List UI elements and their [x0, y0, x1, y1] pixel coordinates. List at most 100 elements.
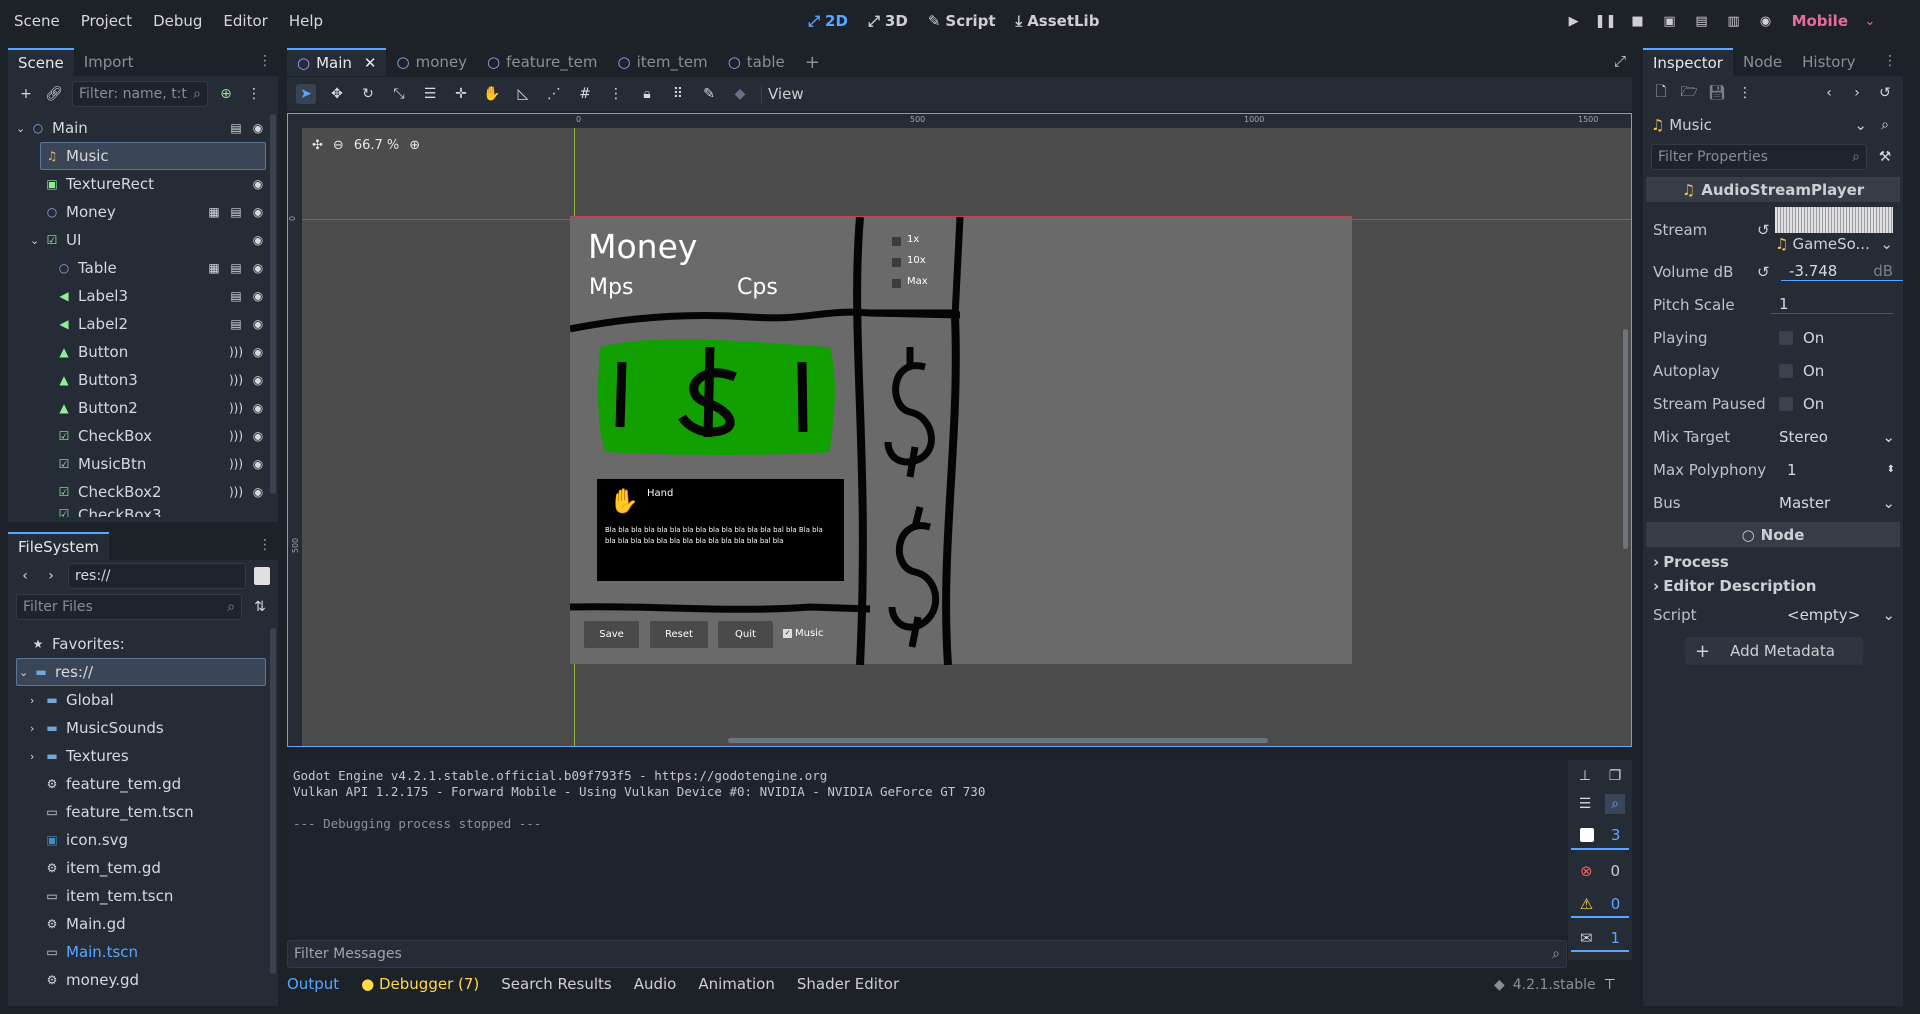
pan-tool-icon[interactable]: ✋ [482, 84, 502, 104]
tab-filesystem[interactable]: FileSystem [8, 532, 110, 560]
save-icon[interactable]: 💾︎ [1707, 83, 1727, 103]
menu-debug[interactable]: Debug [153, 12, 202, 30]
path-input[interactable]: res:// [68, 563, 246, 589]
forward-icon[interactable]: › [42, 566, 60, 586]
bone-icon[interactable]: ✎ [699, 84, 719, 104]
file-item-item-tem-gd[interactable]: ⚙ item_tem.gd [8, 854, 278, 882]
favorites-item[interactable]: ★ Favorites: [8, 630, 278, 658]
messages-badge[interactable]: ✉ 1 [1571, 926, 1629, 952]
signal-icon[interactable]: ))) [228, 372, 244, 388]
tab-output[interactable]: Output [287, 975, 339, 993]
autoplay-checkbox[interactable]: On [1771, 362, 1903, 380]
quit-button[interactable]: Quit [718, 621, 773, 648]
zoom-out-icon[interactable]: ⊖ [333, 138, 344, 153]
chevron-down-icon[interactable]: ⌄ [16, 122, 30, 135]
stop-icon[interactable]: ■ [1628, 11, 1648, 31]
scene-tab-table[interactable]: ○ table [718, 48, 795, 76]
sort-icon[interactable]: ⇅ [250, 597, 270, 617]
signal-icon[interactable]: ))) [228, 344, 244, 360]
workspace-3d-button[interactable]: ⤢ 3D [868, 12, 908, 30]
visibility-icon[interactable]: ◉ [250, 260, 266, 276]
signal-icon[interactable]: ))) [228, 428, 244, 444]
workspace-assetlib-button[interactable]: ⤓ AssetLib [1016, 12, 1100, 30]
more-icon[interactable]: ⋮ [606, 84, 626, 104]
back-icon[interactable]: ‹ [16, 566, 34, 586]
play-custom-scene-icon[interactable]: ▥ [1724, 11, 1744, 31]
select-tool-icon[interactable]: ➤ [296, 84, 316, 104]
pin-icon[interactable]: ⊤ [1604, 977, 1616, 993]
script-icon[interactable]: ▤ [228, 260, 244, 276]
movie-maker-icon[interactable]: ◉ [1756, 11, 1776, 31]
warnings-badge[interactable]: ⚠ 0 [1571, 892, 1629, 918]
chevron-down-icon[interactable]: ⌄ [19, 666, 33, 679]
chevron-right-icon[interactable]: › [30, 750, 44, 763]
visibility-icon[interactable]: ◉ [250, 176, 266, 192]
copy-icon[interactable]: ❐ [1605, 766, 1625, 786]
menu-help[interactable]: Help [289, 12, 323, 30]
back-icon[interactable]: ‹ [1819, 83, 1839, 103]
script-icon[interactable]: ▤ [228, 288, 244, 304]
visibility-icon[interactable]: ◉ [250, 344, 266, 360]
mix-target-select[interactable]: Stereo ⌄ [1771, 428, 1903, 446]
lock-icon[interactable]: 🔒︎ [637, 84, 657, 104]
script-icon[interactable]: ▤ [228, 120, 244, 136]
close-icon[interactable]: ✕ [364, 54, 377, 72]
stream-resource-picker[interactable]: ♫ GameSo... ⌄ [1775, 207, 1893, 253]
file-item-item-tem-tscn[interactable]: ▭ item_tem.tscn [8, 882, 278, 910]
tree-node-main[interactable]: ⌄ ○ Main ▤ ◉ [8, 114, 278, 142]
link-icon[interactable]: 🔗︎ [44, 84, 64, 104]
instance-icon[interactable]: ▦ [206, 204, 222, 220]
more-icon[interactable]: ⋮ [258, 537, 272, 553]
editor-description-category[interactable]: › Editor Description [1643, 574, 1903, 598]
scene-filter-input[interactable]: Filter: name, t:t ⌕ [72, 81, 208, 107]
file-item-main-tscn[interactable]: ▭ Main.tscn [8, 938, 278, 966]
tree-node-table[interactable]: ○ Table ▦ ▤ ◉ [8, 254, 278, 282]
process-category[interactable]: › Process [1643, 550, 1903, 574]
more-icon[interactable]: ⋮ [1883, 53, 1897, 69]
2d-viewport[interactable]: 0 500 1000 1500 0 500 ✣ ⊖ 66.7 % ⊕ Money… [287, 113, 1632, 747]
center-view-icon[interactable]: ✣ [312, 138, 323, 153]
tree-node-checkbox2[interactable]: ☑ CheckBox2))) ◉ [8, 478, 278, 506]
tab-history[interactable]: History [1792, 48, 1865, 76]
group-icon[interactable]: ⠿ [668, 84, 688, 104]
visibility-icon[interactable]: ◉ [250, 232, 266, 248]
visibility-icon[interactable]: ◉ [250, 288, 266, 304]
error-count-badge[interactable]: 3 [1571, 822, 1629, 850]
workspace-script-button[interactable]: ✎ Script [928, 12, 996, 30]
more-icon[interactable]: ⋮ [1735, 83, 1755, 103]
visibility-icon[interactable]: ◉ [250, 204, 266, 220]
tree-node-money[interactable]: ○ Money ▦ ▤ ◉ [8, 198, 278, 226]
menu-editor[interactable]: Editor [223, 12, 267, 30]
tree-node-ui[interactable]: ⌄ ☑ UI ◉ [8, 226, 278, 254]
tab-shader-editor[interactable]: Shader Editor [797, 975, 899, 993]
revert-icon[interactable]: ↺ [1757, 263, 1770, 281]
bus-select[interactable]: Master ⌄ [1771, 494, 1903, 512]
filter-messages-input[interactable]: Filter Messages ⌕ [287, 940, 1567, 968]
music-checkbox[interactable]: ✓ Music [783, 628, 823, 639]
tab-debugger[interactable]: ● Debugger (7) [361, 975, 479, 993]
tree-node-label2[interactable]: ◀ Label2 ▤ ◉ [8, 310, 278, 338]
more-icon[interactable]: ⋮ [244, 84, 264, 104]
chevron-right-icon[interactable]: › [30, 722, 44, 735]
menu-scene[interactable]: Scene [14, 12, 60, 30]
stream-paused-checkbox[interactable]: On [1771, 395, 1903, 413]
file-item-feature-tem-tscn[interactable]: ▭ feature_tem.tscn [8, 798, 278, 826]
play-icon[interactable]: ▶ [1564, 11, 1584, 31]
buy-1x-checkbox[interactable]: 1x [907, 234, 919, 245]
tree-node-checkbox[interactable]: ☑ CheckBox))) ◉ [8, 422, 278, 450]
tree-node-button2[interactable]: ▲ Button2))) ◉ [8, 394, 278, 422]
tab-animation[interactable]: Animation [698, 975, 774, 993]
visibility-icon[interactable]: ◉ [250, 428, 266, 444]
tree-node-button[interactable]: ▲ Button))) ◉ [8, 338, 278, 366]
reset-button[interactable]: Reset [650, 621, 708, 648]
tree-node-texturerect[interactable]: ▣ TextureRect ◉ [8, 170, 278, 198]
errors-badge[interactable]: ⊗ 0 [1571, 858, 1629, 884]
add-metadata-button[interactable]: + Add Metadata [1685, 637, 1863, 665]
smart-snap-icon[interactable]: ⋰ [544, 84, 564, 104]
add-scene-tab-button[interactable]: + [795, 48, 830, 76]
tab-inspector[interactable]: Inspector [1643, 48, 1733, 76]
ruler-tool-icon[interactable]: ◺ [513, 84, 533, 104]
volume-db-slider[interactable]: -3.748 dB [1781, 262, 1903, 281]
open-folder-icon[interactable]: 🗁 [1679, 83, 1699, 103]
chevron-down-icon[interactable]: ⌄ [30, 234, 44, 247]
